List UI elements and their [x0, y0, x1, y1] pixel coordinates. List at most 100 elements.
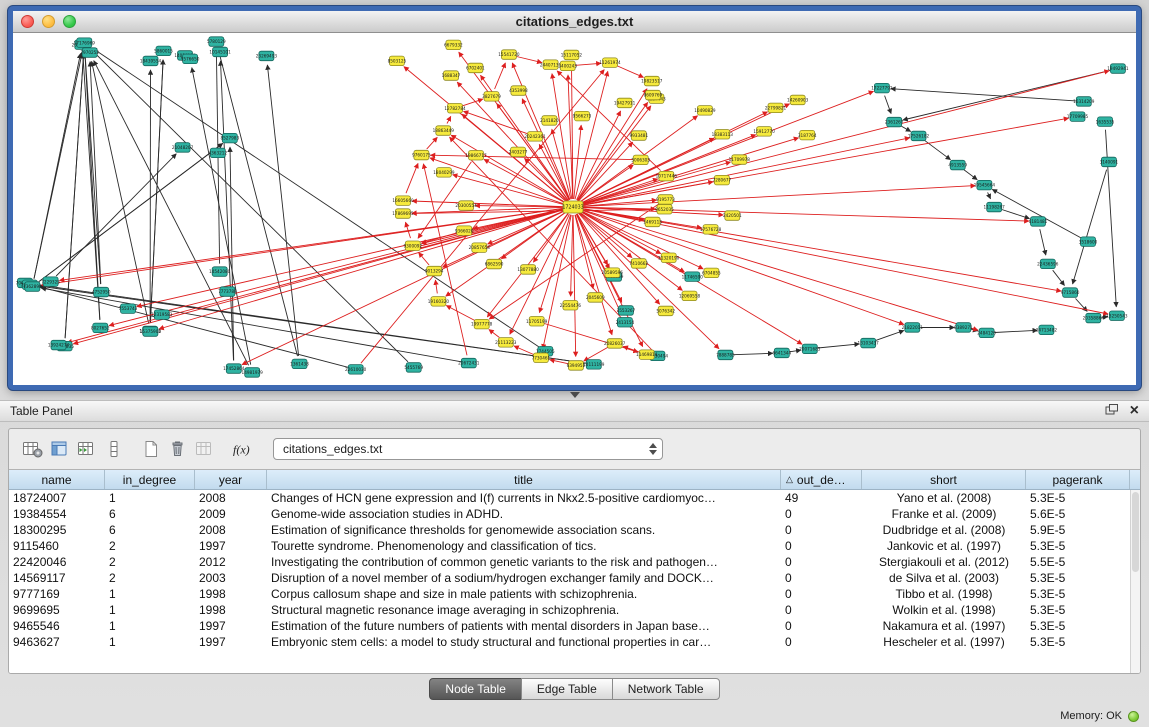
column-header-title[interactable]: title	[267, 470, 781, 489]
svg-text:9195773: 9195773	[656, 197, 675, 202]
svg-text:7730461: 7730461	[532, 355, 551, 360]
svg-text:10145101: 10145101	[209, 50, 231, 55]
table-row[interactable]: 977716911998Corpus callosum shape and si…	[9, 586, 1140, 602]
svg-text:21113223: 21113223	[495, 340, 517, 345]
cell-short: Tibbo et al. (1998)	[862, 586, 1026, 602]
cell-year: 2003	[195, 570, 267, 586]
close-window-button[interactable]	[21, 15, 34, 28]
cell-title: Changes of HCN gene expression and I(f) …	[267, 490, 781, 506]
rows-icon[interactable]	[100, 437, 127, 462]
svg-text:5455769: 5455769	[404, 365, 423, 370]
panel-splitter[interactable]	[0, 390, 1149, 400]
float-panel-icon[interactable]	[1105, 404, 1118, 418]
minimize-window-button[interactable]	[42, 15, 55, 28]
svg-text:6641344: 6641344	[772, 351, 791, 356]
tab-node-table[interactable]: Node Table	[429, 678, 522, 700]
table-disabled-icon[interactable]	[191, 437, 218, 462]
svg-text:19427911: 19427911	[614, 101, 636, 106]
window-controls	[21, 15, 76, 28]
import-table-icon[interactable]	[73, 437, 100, 462]
svg-text:13103437: 13103437	[858, 341, 880, 346]
table-row[interactable]: 911546021997Tourette syndrome. Phenomeno…	[9, 538, 1140, 554]
table-row[interactable]: 1938455462009Genome-wide association stu…	[9, 506, 1140, 522]
table-options-icon[interactable]	[19, 437, 46, 462]
close-panel-icon[interactable]: ×	[1130, 403, 1139, 419]
svg-text:11746590: 11746590	[682, 274, 704, 279]
svg-text:15117052: 15117052	[561, 53, 583, 58]
cell-pagerank: 5.3E-5	[1026, 570, 1130, 586]
column-header-out_degree[interactable]: △out_de…	[781, 470, 862, 489]
svg-text:6862590: 6862590	[485, 262, 504, 267]
cell-year: 1998	[195, 586, 267, 602]
network-table-selector[interactable]: citations_edges.txt	[273, 438, 663, 460]
svg-text:10717446: 10717446	[656, 174, 678, 179]
svg-text:6394951: 6394951	[567, 363, 586, 368]
delete-columns-icon[interactable]	[164, 437, 191, 462]
table-row[interactable]: 946362711997Embryonic stem cells: a mode…	[9, 634, 1140, 650]
svg-text:18383113: 18383113	[712, 132, 734, 137]
svg-text:3187764: 3187764	[798, 133, 817, 138]
svg-text:19492941: 19492941	[1107, 66, 1129, 71]
vertical-scrollbar[interactable]	[1130, 490, 1140, 673]
network-canvas[interactable]: 2045132710145101140561195576650586001523…	[13, 33, 1136, 385]
table-tabs: Node TableEdge TableNetwork Table	[0, 678, 1149, 700]
cell-out_degree: 0	[781, 554, 862, 570]
column-header-short[interactable]: short	[862, 470, 1026, 489]
status-bar: Memory: OK	[1060, 710, 1139, 722]
cell-out_degree: 0	[781, 506, 862, 522]
svg-text:3400243: 3400243	[558, 64, 577, 69]
svg-text:17709985: 17709985	[1067, 114, 1089, 119]
zoom-window-button[interactable]	[63, 15, 76, 28]
svg-text:7362898: 7362898	[23, 284, 42, 289]
column-header-pagerank[interactable]: pagerank	[1026, 470, 1130, 489]
citation-network-graph[interactable]: 2045132710145101140561195576650586001523…	[13, 33, 1136, 385]
cell-pagerank: 5.3E-5	[1026, 586, 1130, 602]
table-row[interactable]: 1830029562008Estimation of significance …	[9, 522, 1140, 538]
table-row[interactable]: 969969511998Structural magnetic resonanc…	[9, 602, 1140, 618]
function-builder-icon[interactable]: f(x)	[228, 437, 255, 462]
columns-icon[interactable]	[46, 437, 73, 462]
table-panel-body: f(x) citations_edges.txt namein_degreeyea…	[8, 428, 1141, 674]
svg-text:2045609: 2045609	[586, 295, 605, 300]
svg-text:20826037: 20826037	[604, 341, 626, 346]
svg-text:9566273: 9566273	[573, 114, 592, 119]
memory-indicator[interactable]	[1128, 711, 1139, 722]
window-titlebar[interactable]: citations_edges.txt	[13, 11, 1136, 33]
sort-ascending-icon: △	[786, 474, 793, 485]
cell-name: 14569117	[9, 570, 105, 586]
new-column-icon[interactable]	[137, 437, 164, 462]
svg-text:5576650: 5576650	[181, 56, 200, 61]
column-header-in_degree[interactable]: in_degree	[105, 470, 195, 489]
cell-in_degree: 1	[105, 586, 195, 602]
svg-text:11320190: 11320190	[658, 255, 680, 260]
cell-out_degree: 0	[781, 586, 862, 602]
svg-text:f(x): f(x)	[233, 443, 250, 457]
cell-in_degree: 6	[105, 522, 195, 538]
svg-text:8027652: 8027652	[91, 325, 110, 330]
svg-text:2484120: 2484120	[977, 331, 996, 336]
svg-text:12319583: 12319583	[151, 312, 173, 317]
cell-title: Genome-wide association studies in ADHD.	[267, 506, 781, 522]
scrollbar-thumb[interactable]	[1132, 492, 1139, 572]
svg-text:11469814: 11469814	[636, 352, 658, 357]
table-row[interactable]: 946554611997Estimation of the future num…	[9, 618, 1140, 634]
column-header-name[interactable]: name	[9, 470, 105, 489]
svg-text:16605660: 16605660	[392, 198, 414, 203]
cell-title: Tourette syndrome. Phenomenology and cla…	[267, 538, 781, 554]
cell-title: Structural magnetic resonance image aver…	[267, 602, 781, 618]
table-row[interactable]: 2242004622012Investigating the contribut…	[9, 554, 1140, 570]
svg-text:12069558: 12069558	[679, 294, 701, 299]
cell-out_degree: 0	[781, 538, 862, 554]
svg-text:4353998: 4353998	[509, 88, 528, 93]
panel-title: Table Panel	[10, 404, 1105, 418]
svg-text:7410662: 7410662	[629, 261, 648, 266]
cell-name: 18300295	[9, 522, 105, 538]
tab-edge-table[interactable]: Edge Table	[521, 678, 613, 700]
column-header-year[interactable]: year	[195, 470, 267, 489]
table-row[interactable]: 1456911722003Disruption of a novel membe…	[9, 570, 1140, 586]
table-row[interactable]: 1872400712008Changes of HCN gene express…	[9, 490, 1140, 506]
svg-text:20589596: 20589596	[602, 270, 624, 275]
cell-name: 22420046	[9, 554, 105, 570]
cell-out_degree: 49	[781, 490, 862, 506]
tab-network-table[interactable]: Network Table	[612, 678, 720, 700]
